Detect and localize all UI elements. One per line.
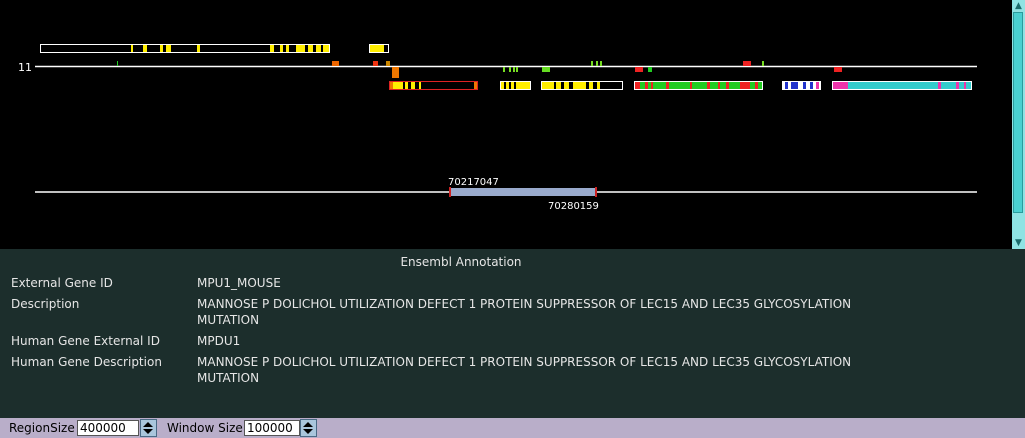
selected-region-start-handle[interactable] xyxy=(449,187,451,197)
annotation-header: Ensembl Annotation xyxy=(400,255,522,269)
external-gene-id-text: MPU1_MOUSE xyxy=(197,276,281,290)
scroll-up-arrow-icon[interactable]: ▲ xyxy=(1012,0,1025,12)
scrollbar-thumb[interactable] xyxy=(1013,12,1023,213)
human-gene-description-label: Human Gene Description xyxy=(11,355,162,369)
gene-lower-4[interactable] xyxy=(634,81,763,90)
window-size-label: Window Size xyxy=(167,421,243,435)
selected-region-end-handle[interactable] xyxy=(595,187,597,197)
description-value: MANNOSE P DOLICHOL UTILIZATION DEFECT 1 … xyxy=(197,296,897,328)
region-size-spinner[interactable] xyxy=(140,419,157,437)
human-gene-external-id-text: MPDU1 xyxy=(197,334,241,348)
scroll-down-arrow-icon[interactable]: ▼ xyxy=(1012,237,1025,249)
spinner-down-icon[interactable] xyxy=(303,429,313,434)
spinner-up-icon[interactable] xyxy=(303,422,313,427)
window-size-input[interactable] xyxy=(244,420,300,436)
description-text: MANNOSE P DOLICHOL UTILIZATION DEFECT 1 … xyxy=(197,297,852,311)
vertical-scrollbar[interactable]: ▲ ▼ xyxy=(1012,0,1025,249)
selected-region[interactable] xyxy=(450,188,596,196)
gene-lower-1[interactable] xyxy=(389,81,478,90)
human-gene-description-text-cont: MUTATION xyxy=(197,371,260,385)
description-text-cont: MUTATION xyxy=(197,313,260,327)
human-gene-description-text: MANNOSE P DOLICHOL UTILIZATION DEFECT 1 … xyxy=(197,355,852,369)
genome-track-viewer[interactable]: 11 70217047 70280159 xyxy=(0,0,1012,249)
description-label: Description xyxy=(11,297,80,311)
gene-upper-2[interactable] xyxy=(369,44,389,53)
range-start-label: 70217047 xyxy=(448,177,499,188)
gene-lower-5[interactable] xyxy=(782,81,821,90)
external-gene-id-value: MPU1_MOUSE xyxy=(197,275,897,291)
window-size-spinner[interactable] xyxy=(300,419,317,437)
gene-lower-2[interactable] xyxy=(500,81,531,90)
region-size-input[interactable] xyxy=(77,420,139,436)
spinner-down-icon[interactable] xyxy=(143,429,153,434)
human-gene-description-value: MANNOSE P DOLICHOL UTILIZATION DEFECT 1 … xyxy=(197,354,897,386)
gene-upper-1[interactable] xyxy=(40,44,330,53)
human-gene-external-id-label: Human Gene External ID xyxy=(11,334,160,348)
region-size-label: RegionSize xyxy=(9,421,75,435)
genome-track-canvas[interactable]: 11 70217047 70280159 xyxy=(0,0,1012,249)
gene-lower-6[interactable] xyxy=(832,81,972,90)
gene-lower-3[interactable] xyxy=(541,81,623,90)
spinner-up-icon[interactable] xyxy=(143,422,153,427)
external-gene-id-label: External Gene ID xyxy=(11,276,113,290)
chromosome-label: 11 xyxy=(18,61,32,74)
axis-feature-markers xyxy=(117,61,842,78)
annotation-panel: Ensembl Annotation External Gene ID MPU1… xyxy=(0,249,1025,418)
human-gene-external-id-value: MPDU1 xyxy=(197,333,897,349)
control-bar: RegionSize Window Size xyxy=(0,418,1025,438)
range-end-label: 70280159 xyxy=(548,201,599,212)
